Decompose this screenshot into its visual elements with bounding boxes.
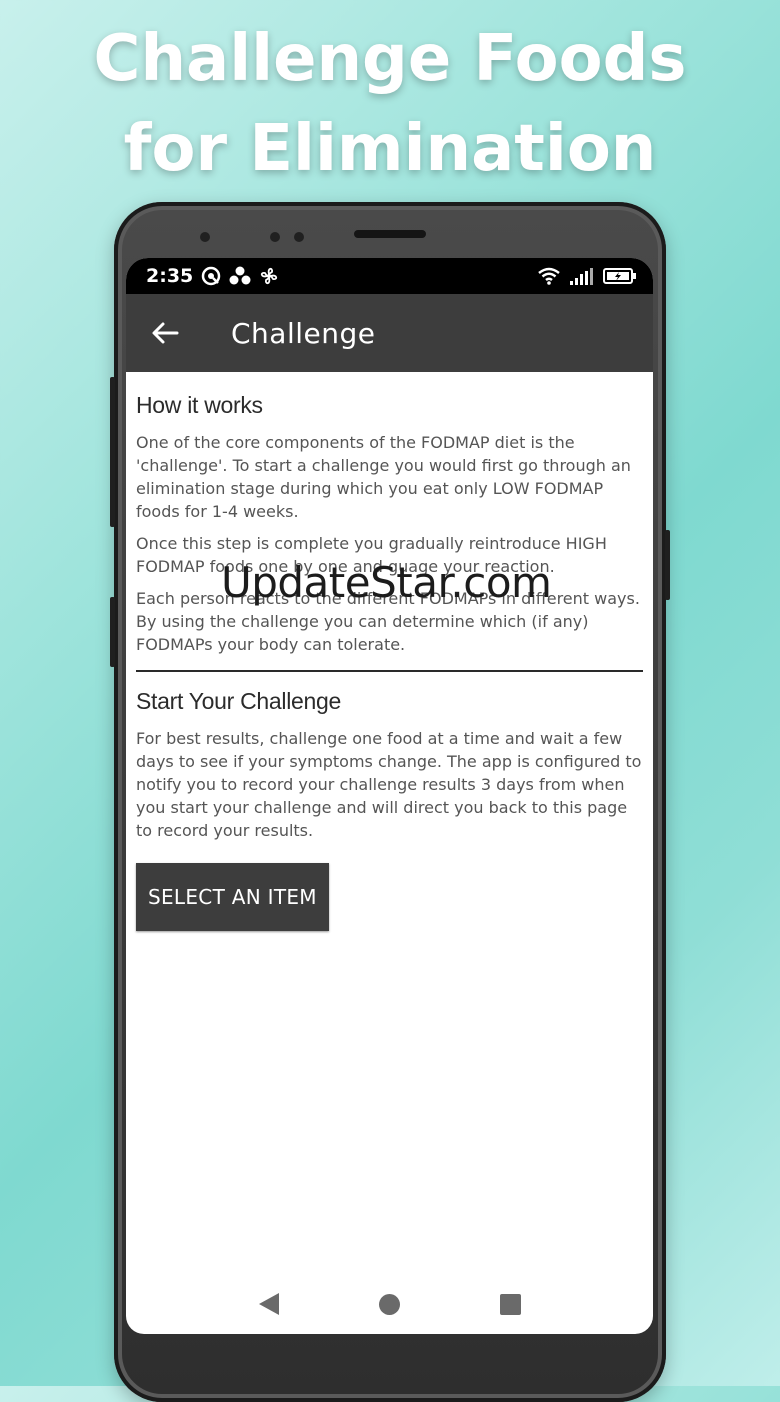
signal-icon <box>570 268 593 285</box>
phone-side-button-left-2 <box>110 597 115 667</box>
watermark: UpdateStar.com <box>221 558 552 607</box>
nav-back-icon[interactable] <box>258 1293 279 1315</box>
status-time: 2:35 <box>146 265 194 287</box>
sensor-icon <box>294 232 304 242</box>
how-it-works-heading: How it works <box>136 392 263 418</box>
phone-frame: 2:35 Challenge How it works One of the c… <box>110 202 670 1402</box>
front-camera-icon <box>200 232 210 242</box>
phone-side-button-left-1 <box>110 377 115 527</box>
apps-icon <box>229 266 251 285</box>
app-bar-title: Challenge <box>231 316 376 350</box>
promo-title-line1: Challenge Foods <box>93 22 687 96</box>
wifi-icon <box>538 267 560 285</box>
battery-icon <box>603 268 636 284</box>
phone-screen: 2:35 Challenge How it works One of the c… <box>126 258 653 1334</box>
phone-side-button-right <box>665 530 670 600</box>
start-challenge-heading: Start Your Challenge <box>136 688 341 714</box>
sensor-icon <box>270 232 280 242</box>
arrow-left-icon <box>152 322 179 344</box>
start-challenge-paragraph: For best results, challenge one food at … <box>136 729 642 840</box>
navigation-bar <box>126 1274 653 1334</box>
select-item-button[interactable]: SELECT AN ITEM <box>136 863 329 931</box>
back-button[interactable] <box>126 294 204 372</box>
fan-icon <box>261 267 278 285</box>
status-bar: 2:35 <box>126 258 653 294</box>
nav-recents-icon[interactable] <box>499 1293 521 1315</box>
section-divider <box>136 670 643 672</box>
how-it-works-paragraph: One of the core components of the FODMAP… <box>136 433 631 521</box>
vpn-icon <box>202 266 221 286</box>
promo-title-line2: for Elimination <box>123 112 657 186</box>
promo-title: Challenge Foods for Elimination <box>0 14 780 194</box>
nav-home-icon[interactable] <box>378 1293 400 1315</box>
app-bar: Challenge <box>126 294 653 372</box>
challenge-content: How it works One of the core components … <box>126 372 653 931</box>
earpiece-speaker <box>354 230 426 238</box>
